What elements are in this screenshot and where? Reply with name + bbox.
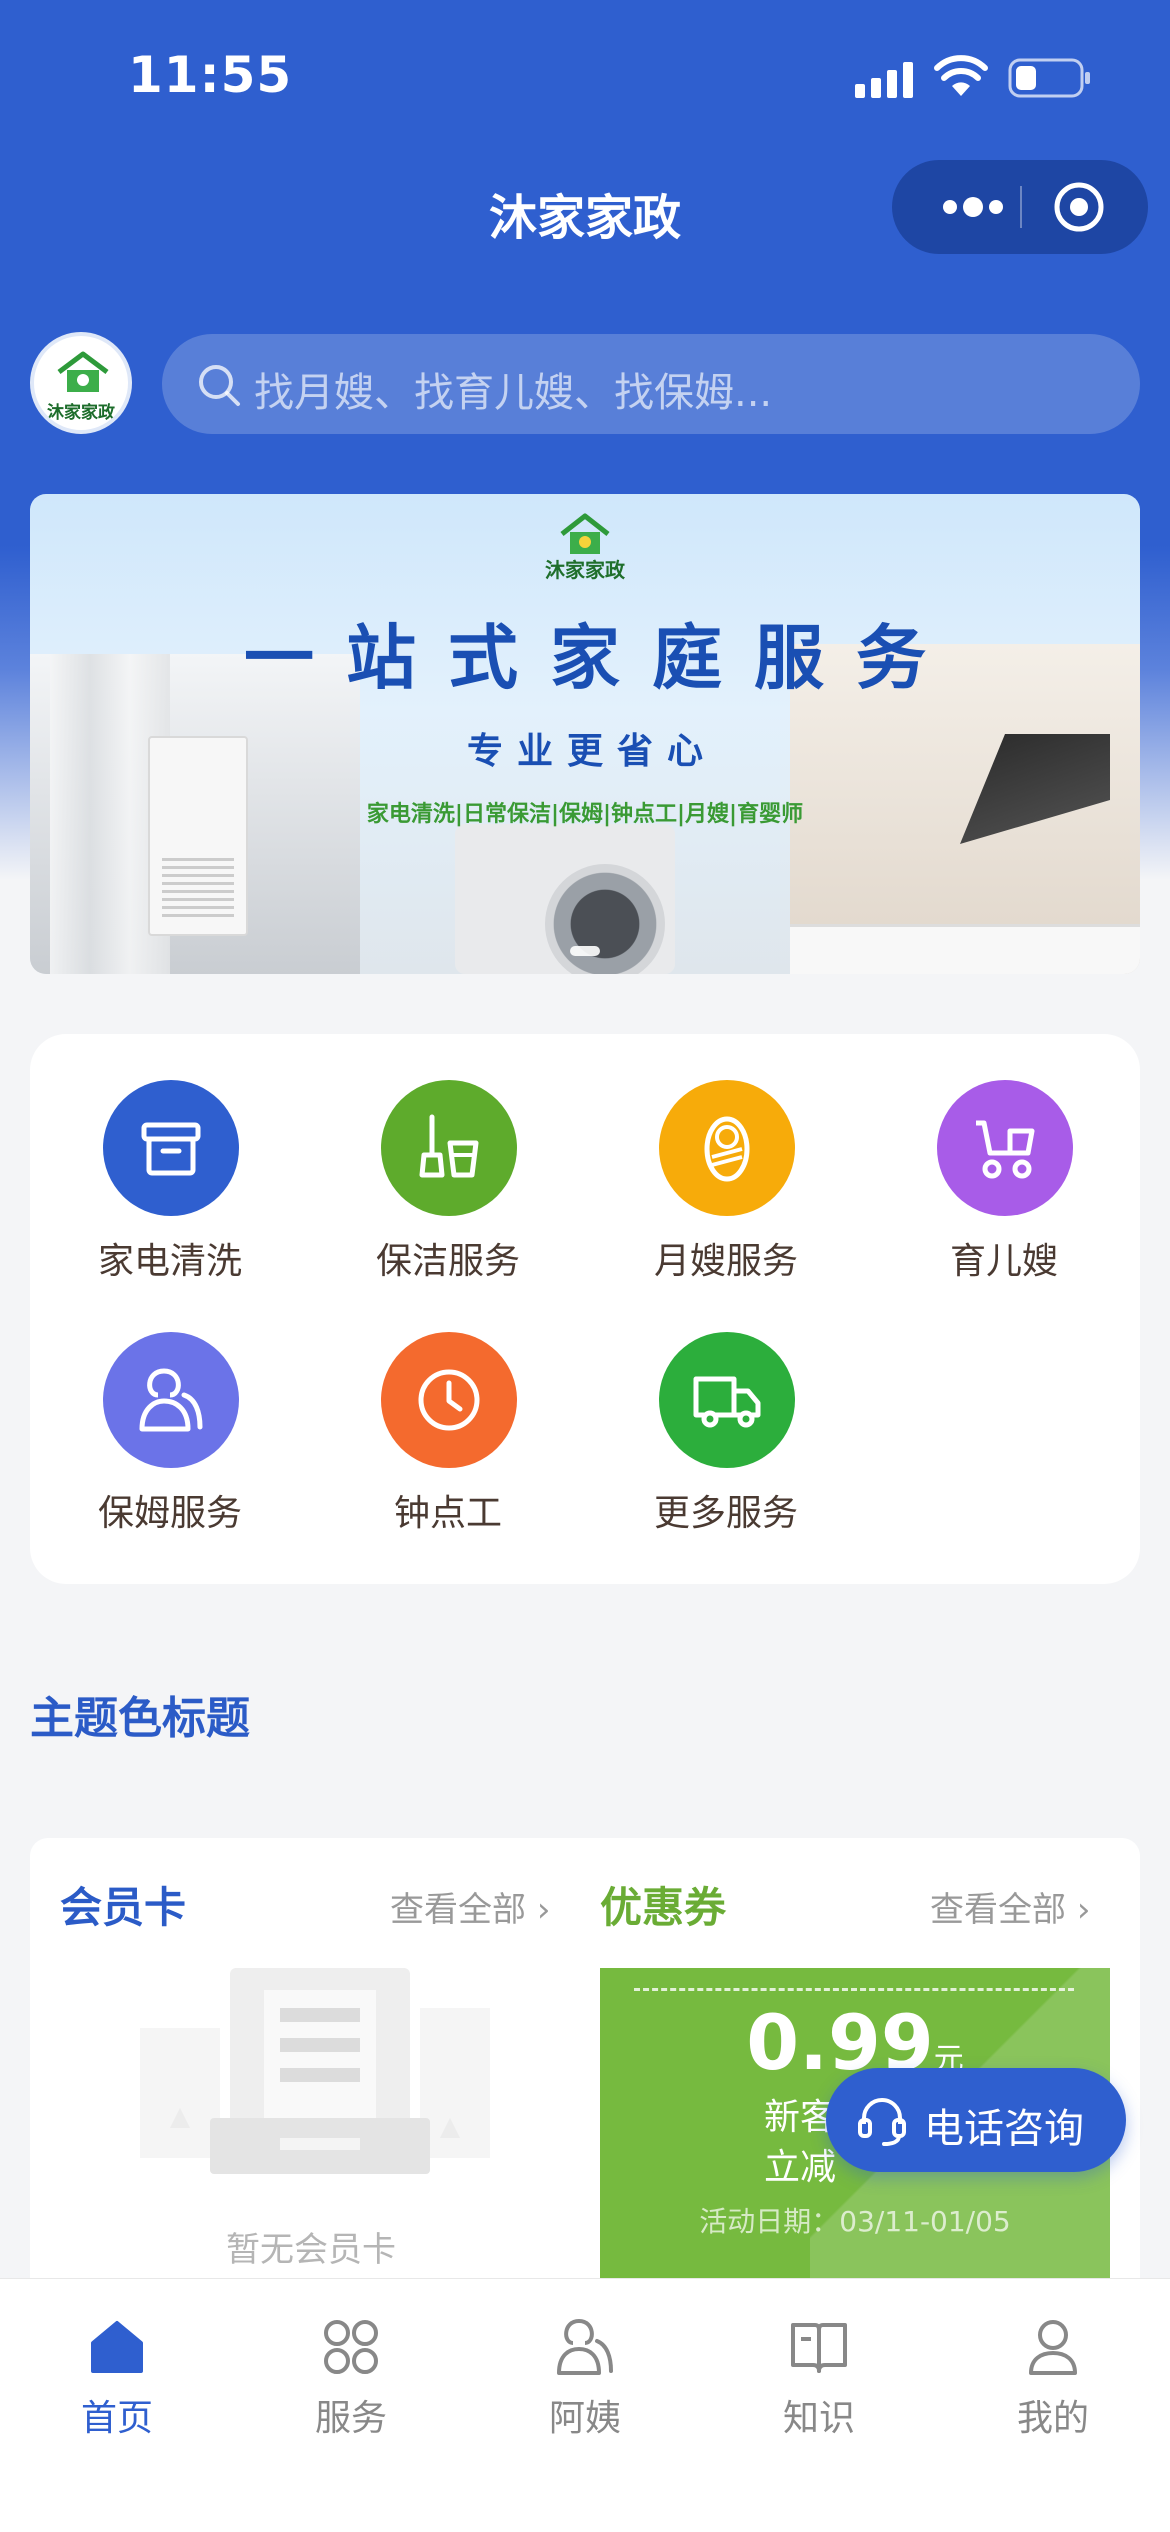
grid-icon <box>324 2320 378 2374</box>
headset-icon <box>858 2098 906 2146</box>
battery-icon <box>1008 58 1090 98</box>
empty-card-text: 暂无会员卡 <box>226 2230 396 2270</box>
service-icon-circle <box>659 1080 795 1216</box>
service-icon-circle <box>659 1332 795 1468</box>
member-card-view-all[interactable]: 查看全部 › <box>390 1882 550 1931</box>
service-icon-circle <box>103 1080 239 1216</box>
chevron-right-icon: › <box>1076 1890 1091 1930</box>
empty-card-illustration <box>140 1968 490 2174</box>
truck-icon <box>693 1376 761 1428</box>
coupon-line-1: 新客 <box>764 2097 837 2138</box>
home-icon <box>91 2321 143 2373</box>
service-icon-circle <box>381 1080 517 1216</box>
service-label: 钟点工 <box>393 1493 502 1534</box>
tab-label: 首页 <box>80 2398 153 2439</box>
capsule-divider <box>1020 186 1022 228</box>
service-icon-circle <box>103 1332 239 1468</box>
section-title: 主题色标题 <box>30 1693 250 1744</box>
service-more[interactable]: 更多服务 <box>606 1286 846 1534</box>
banner-logo-icon <box>560 513 610 554</box>
view-all-label: 查看全部 <box>930 1890 1066 1930</box>
service-childcare-nanny[interactable]: 育儿嫂 <box>884 1034 1124 1282</box>
coupon-date: 活动日期：03/11-01/05 <box>699 2205 1011 2238</box>
promo-banner[interactable]: 沐家家政 一站式家庭服务 专业更省心 家电清洗|日常保洁|保姆|钟点工|月嫂|育… <box>30 494 1140 974</box>
stroller-icon <box>976 1120 1035 1179</box>
kitchen-counter-image <box>790 924 1140 974</box>
tab-label: 我的 <box>1016 2398 1089 2439</box>
banner-service-list: 家电清洗|日常保洁|保姆|钟点工|月嫂|育婴师 <box>366 802 804 827</box>
user-icon <box>1029 2320 1077 2375</box>
aunt-icon <box>557 2318 613 2375</box>
cleaning-icon <box>419 1114 479 1178</box>
cellular-signal-icon <box>855 62 913 98</box>
nanny-icon <box>139 1368 203 1432</box>
status-bar: 11:55 <box>0 0 1170 150</box>
service-housekeeper[interactable]: 保姆服务 <box>50 1286 290 1534</box>
tab-aunt[interactable]: 阿姨 <box>468 2279 702 2459</box>
service-hourly-worker[interactable]: 钟点工 <box>328 1286 568 1534</box>
tab-label: 服务 <box>314 2398 387 2439</box>
tab-label: 阿姨 <box>548 2398 621 2439</box>
close-miniprogram-icon[interactable] <box>1052 180 1106 234</box>
tab-mine[interactable]: 我的 <box>936 2279 1170 2459</box>
service-maternity-nanny[interactable]: 月嫂服务 <box>606 1034 846 1282</box>
service-appliance-cleaning[interactable]: 家电清洗 <box>50 1034 290 1282</box>
house-logo-icon <box>57 351 109 392</box>
view-all-label: 查看全部 <box>390 1890 526 1930</box>
service-label: 保姆服务 <box>97 1493 242 1534</box>
miniprogram-capsule <box>892 160 1148 254</box>
member-card-title: 会员卡 <box>60 1883 187 1932</box>
search-bar[interactable]: 找月嫂、找育儿嫂、找保姆... <box>162 334 1140 434</box>
search-icon <box>199 365 240 406</box>
box-icon <box>141 1122 201 1176</box>
wifi-icon <box>934 55 988 96</box>
brand-logo[interactable]: 沐家家政 <box>30 332 132 434</box>
washing-machine-image <box>455 824 675 974</box>
banner-pagination-indicator <box>570 946 600 956</box>
banner-logo-text: 沐家家政 <box>545 558 625 582</box>
phone-consult-label: 电话咨询 <box>924 2106 1084 2152</box>
service-cleaning[interactable]: 保洁服务 <box>328 1034 568 1282</box>
service-icon-circle <box>381 1332 517 1468</box>
service-label: 月嫂服务 <box>653 1241 798 1282</box>
tab-knowledge[interactable]: 知识 <box>702 2279 936 2459</box>
tab-label: 知识 <box>782 2398 855 2439</box>
clock-icon <box>418 1369 480 1431</box>
banner-subtitle: 专业更省心 <box>466 731 717 772</box>
search-placeholder: 找月嫂、找育儿嫂、找保姆... <box>254 370 773 416</box>
service-label: 育儿嫂 <box>949 1241 1058 1282</box>
coupon-view-all[interactable]: 查看全部 › <box>930 1882 1090 1931</box>
service-label: 更多服务 <box>653 1493 798 1534</box>
coupon-line-2: 立减 <box>764 2147 837 2188</box>
book-icon <box>791 2323 847 2373</box>
banner-title: 一站式家庭服务 <box>244 617 958 699</box>
tab-home[interactable]: 首页 <box>0 2279 234 2459</box>
status-time: 11:55 <box>128 46 293 104</box>
service-label: 保洁服务 <box>375 1241 520 1282</box>
baby-icon <box>704 1116 750 1182</box>
tab-services[interactable]: 服务 <box>234 2279 468 2459</box>
chevron-right-icon: › <box>536 1890 551 1930</box>
service-icon-circle <box>937 1080 1073 1216</box>
coupon-title: 优惠券 <box>600 1883 727 1932</box>
phone-consult-button[interactable]: 电话咨询 <box>826 2068 1126 2172</box>
service-grid: 家电清洗 保洁服务 月嫂服务 育儿嫂 保姆服务 钟点工 更多服务 <box>30 1034 1140 1584</box>
coupon-divider <box>634 1988 1074 1991</box>
service-label: 家电清洗 <box>97 1241 242 1282</box>
more-icon[interactable] <box>928 182 1018 232</box>
brand-logo-text: 沐家家政 <box>47 403 115 423</box>
tab-bar: 首页 服务 阿姨 知识 我的 <box>0 2278 1170 2532</box>
